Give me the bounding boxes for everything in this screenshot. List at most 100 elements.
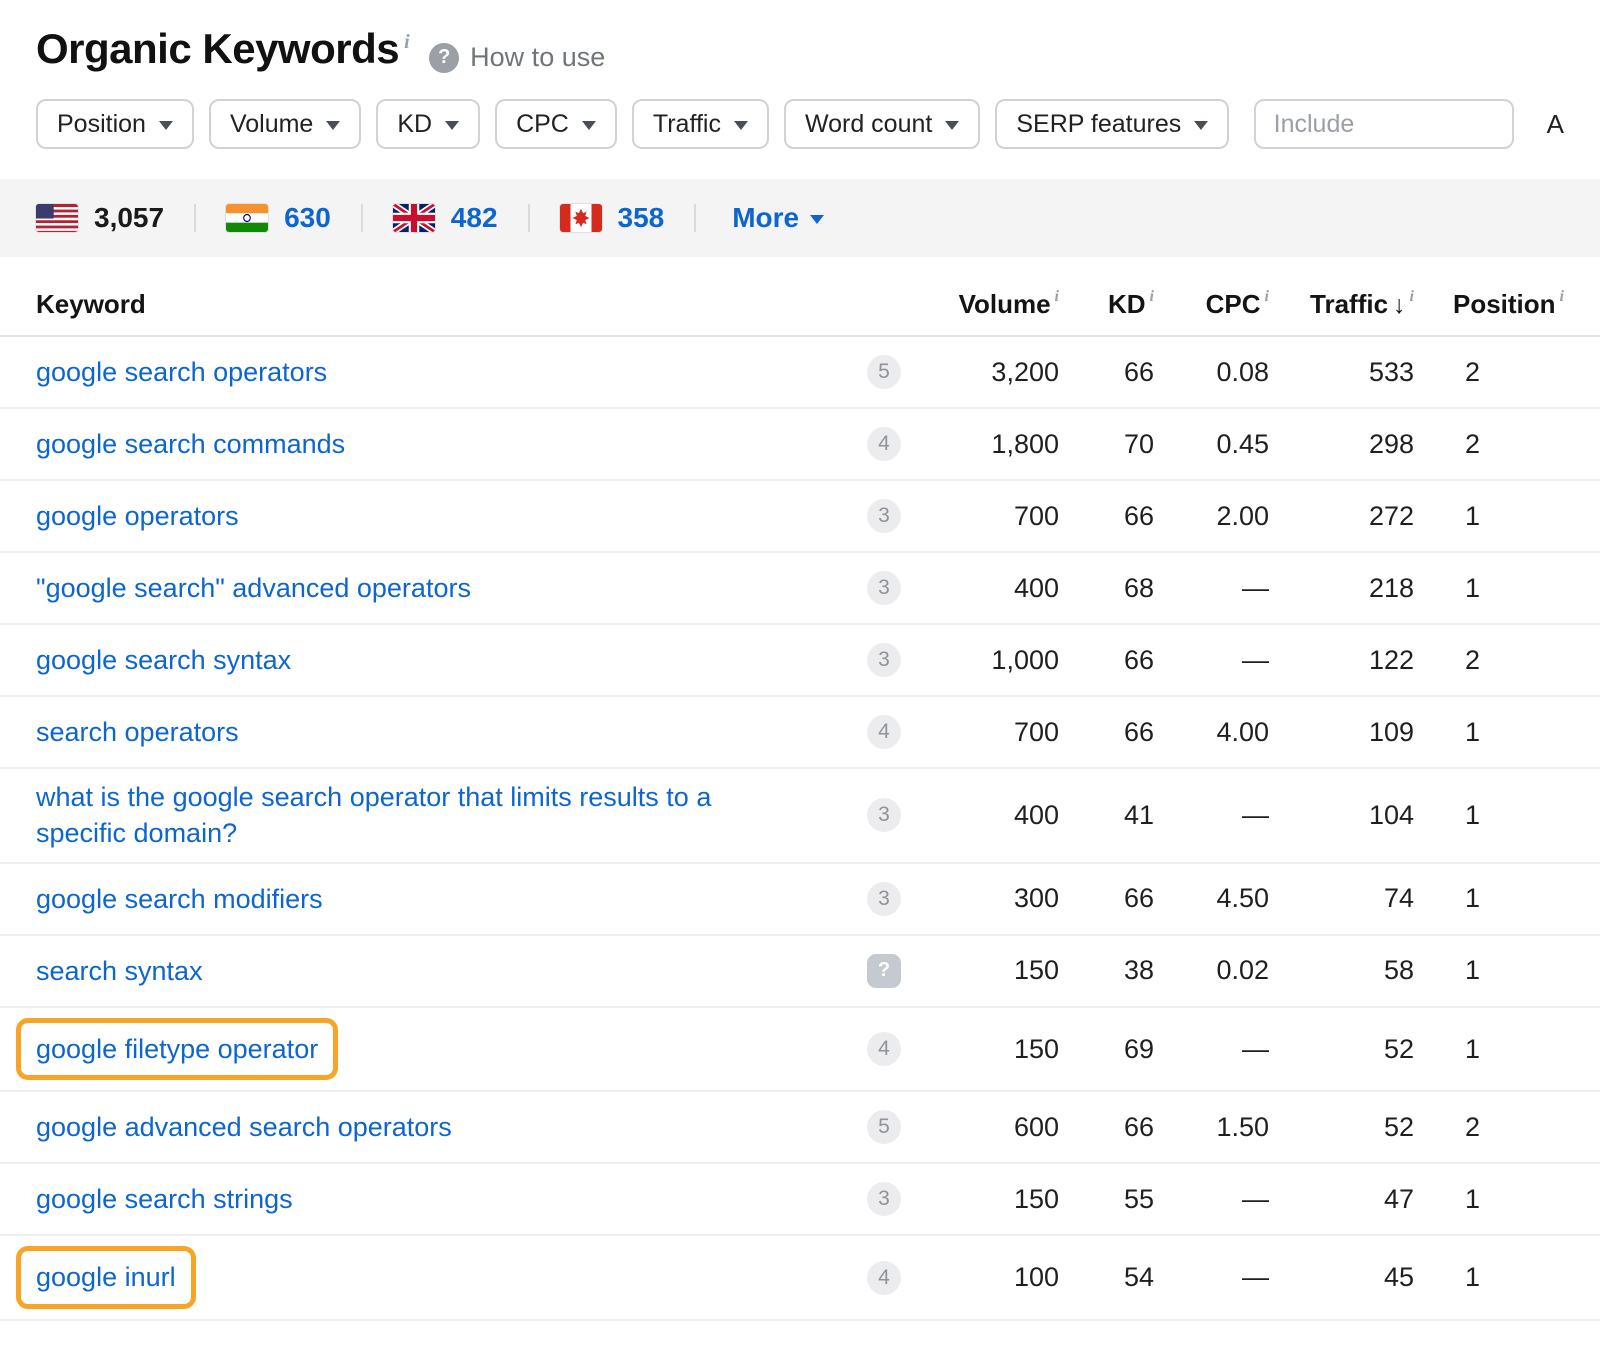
kd-cell: 55 xyxy=(1059,1184,1154,1215)
keyword-link[interactable]: google search commands xyxy=(36,426,345,462)
serp-badge-cell: 3 xyxy=(849,571,919,605)
keyword-highlight: search syntax xyxy=(36,953,203,989)
table-row: google search syntax 3 1,000 66 — 122 2 xyxy=(0,625,1600,697)
serp-features-badge[interactable]: 4 xyxy=(867,1261,901,1295)
keyword-link[interactable]: google search syntax xyxy=(36,642,291,678)
filter-label: Volume xyxy=(230,110,313,139)
filter-label: SERP features xyxy=(1016,110,1181,139)
serp-features-badge[interactable]: 3 xyxy=(867,499,901,533)
keyword-link[interactable]: google advanced search operators xyxy=(36,1109,452,1145)
caret-down-icon xyxy=(945,121,959,130)
serp-features-badge[interactable]: 3 xyxy=(867,1182,901,1216)
page: Organic Keywordsi ? How to use Position … xyxy=(0,0,1600,1321)
volume-cell: 600 xyxy=(919,1112,1059,1143)
position-cell: 1 xyxy=(1414,1034,1564,1065)
filter-dropdown-button[interactable]: Traffic xyxy=(632,99,769,149)
serp-badge-cell: 4 xyxy=(849,427,919,461)
keyword-link[interactable]: google filetype operator xyxy=(36,1031,318,1067)
filter-dropdown-button[interactable]: Word count xyxy=(784,99,980,149)
how-to-use-link[interactable]: ? How to use xyxy=(429,42,605,73)
keyword-highlight: google search syntax xyxy=(36,642,291,678)
filter-dropdown-button[interactable]: SERP features xyxy=(995,99,1229,149)
volume-cell: 100 xyxy=(919,1262,1059,1293)
cpc-cell: 4.50 xyxy=(1154,883,1269,914)
serp-features-badge[interactable]: 4 xyxy=(867,1032,901,1066)
position-cell: 1 xyxy=(1414,717,1564,748)
position-cell: 1 xyxy=(1414,955,1564,986)
volume-cell: 400 xyxy=(919,800,1059,831)
caret-down-icon xyxy=(326,121,340,130)
country-tab-united-states[interactable]: 3,057 xyxy=(36,202,164,234)
serp-features-badge[interactable]: 4 xyxy=(867,427,901,461)
keyword-link[interactable]: search operators xyxy=(36,714,239,750)
us-flag-icon xyxy=(36,204,78,232)
table-row: google search commands 4 1,800 70 0.45 2… xyxy=(0,409,1600,481)
keyword-cell: google advanced search operators xyxy=(36,1099,849,1155)
cpc-cell: — xyxy=(1154,1262,1269,1293)
column-header-keyword[interactable]: Keyword xyxy=(36,289,849,320)
traffic-cell: 74 xyxy=(1269,883,1414,914)
keyword-link[interactable]: "google search" advanced operators xyxy=(36,570,471,606)
cpc-cell: — xyxy=(1154,573,1269,604)
keyword-link[interactable]: google operators xyxy=(36,498,239,534)
column-header-cpc[interactable]: CPCi xyxy=(1154,289,1269,320)
kd-cell: 66 xyxy=(1059,357,1154,388)
help-icon: ? xyxy=(429,43,459,73)
serp-badge-cell: 3 xyxy=(849,643,919,677)
column-header-kd[interactable]: KDi xyxy=(1059,289,1154,320)
keyword-cell: google search strings xyxy=(36,1171,849,1227)
traffic-cell: 58 xyxy=(1269,955,1414,986)
serp-features-badge[interactable]: ? xyxy=(867,954,901,988)
country-tab-canada[interactable]: 358 xyxy=(560,202,665,234)
traffic-cell: 52 xyxy=(1269,1034,1414,1065)
info-icon: i xyxy=(404,31,409,53)
kd-cell: 41 xyxy=(1059,800,1154,831)
include-input[interactable] xyxy=(1254,99,1514,149)
filter-bar: Position Volume KD CPC Traffic Word coun… xyxy=(36,99,1564,149)
serp-features-badge[interactable]: 4 xyxy=(867,715,901,749)
serp-badge-cell: 5 xyxy=(849,355,919,389)
filter-label: CPC xyxy=(516,110,569,139)
country-count: 482 xyxy=(451,202,498,234)
serp-features-badge[interactable]: 5 xyxy=(867,355,901,389)
keyword-link[interactable]: google search modifiers xyxy=(36,881,323,917)
more-countries-button[interactable]: More xyxy=(732,202,824,234)
serp-badge-cell: 3 xyxy=(849,1182,919,1216)
traffic-cell: 272 xyxy=(1269,501,1414,532)
caret-down-icon xyxy=(1194,121,1208,130)
keyword-cell: google search operators xyxy=(36,344,849,400)
position-cell: 1 xyxy=(1414,883,1564,914)
kd-cell: 66 xyxy=(1059,501,1154,532)
caret-down-icon xyxy=(582,121,596,130)
table-row: google advanced search operators 5 600 6… xyxy=(0,1092,1600,1164)
country-count: 630 xyxy=(284,202,331,234)
traffic-cell: 47 xyxy=(1269,1184,1414,1215)
serp-features-badge[interactable]: 3 xyxy=(867,798,901,832)
filter-dropdown-button[interactable]: Volume xyxy=(209,99,361,149)
cpc-cell: — xyxy=(1154,645,1269,676)
serp-features-badge[interactable]: 5 xyxy=(867,1110,901,1144)
keyword-highlight: google search strings xyxy=(36,1181,293,1217)
country-tab-united-kingdom[interactable]: 482 xyxy=(393,202,498,234)
column-header-volume[interactable]: Volumei xyxy=(919,289,1059,320)
caret-down-icon xyxy=(734,121,748,130)
filter-dropdown-button[interactable]: Position xyxy=(36,99,194,149)
kd-cell: 68 xyxy=(1059,573,1154,604)
filter-dropdown-button[interactable]: KD xyxy=(376,99,480,149)
keyword-link[interactable]: what is the google search operator that … xyxy=(36,779,756,852)
keyword-link[interactable]: search syntax xyxy=(36,953,203,989)
volume-cell: 150 xyxy=(919,955,1059,986)
column-header-traffic[interactable]: Traffic↓i xyxy=(1269,289,1414,320)
keyword-link[interactable]: google search strings xyxy=(36,1181,293,1217)
keyword-link[interactable]: google inurl xyxy=(36,1259,176,1295)
kd-cell: 66 xyxy=(1059,645,1154,676)
table-header: Keyword Volumei KDi CPCi Traffic↓i Posit… xyxy=(0,273,1600,337)
column-header-position[interactable]: Positioni xyxy=(1414,289,1564,320)
filter-dropdown-button[interactable]: CPC xyxy=(495,99,617,149)
keyword-link[interactable]: google search operators xyxy=(36,354,327,390)
serp-features-badge[interactable]: 3 xyxy=(867,882,901,916)
country-tab-india[interactable]: 630 xyxy=(226,202,331,234)
serp-features-badge[interactable]: 3 xyxy=(867,571,901,605)
traffic-cell: 122 xyxy=(1269,645,1414,676)
serp-features-badge[interactable]: 3 xyxy=(867,643,901,677)
